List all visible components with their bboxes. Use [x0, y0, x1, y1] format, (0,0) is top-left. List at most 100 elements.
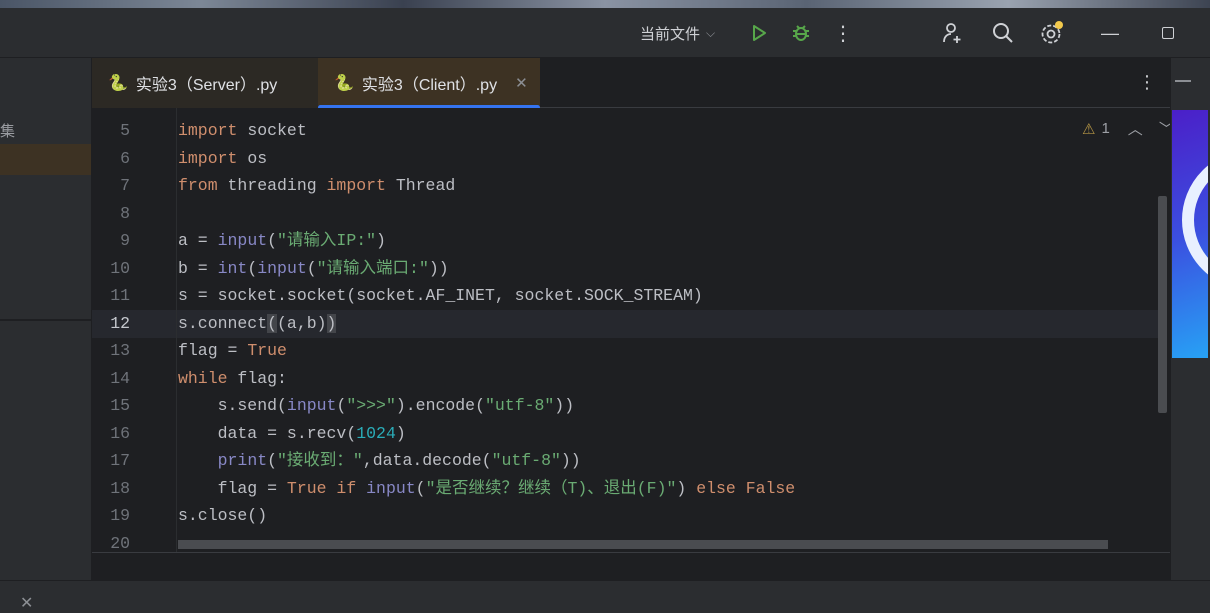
code-token: ))	[554, 396, 575, 415]
code-line[interactable]: 10 b = int(input("请输入端口:"))	[92, 255, 1158, 282]
code-token: "请输入端口:"	[316, 258, 429, 278]
debug-icon	[793, 25, 809, 41]
minimize-button[interactable]: —	[1098, 8, 1122, 58]
maximize-icon	[1162, 27, 1174, 39]
horizontal-scrollbar[interactable]	[178, 540, 1108, 549]
close-tab-icon[interactable]: ✕	[515, 74, 528, 92]
code-token: import	[326, 176, 386, 195]
warning-count: 1	[1101, 120, 1110, 137]
add-user-button[interactable]	[938, 8, 968, 58]
code-text: b = int(input("请输入端口:"))	[178, 255, 449, 282]
hide-panel-icon[interactable]	[1175, 80, 1191, 82]
code-line[interactable]: 8	[92, 200, 1158, 227]
code-token: flag =	[178, 341, 248, 360]
code-token: True	[247, 341, 287, 360]
code-token: )	[676, 478, 697, 498]
next-problem-icon[interactable]: ﹀	[1159, 118, 1170, 139]
vertical-scrollbar[interactable]	[1158, 196, 1167, 413]
code-line[interactable]: 15 s.send(input(">>>").encode("utf-8"))	[92, 392, 1158, 419]
line-number: 8	[120, 203, 130, 223]
code-line[interactable]: 7 from threading import Thread	[92, 172, 1158, 199]
minimize-icon: —	[1101, 22, 1119, 43]
code-line[interactable]: 19 s.close()	[92, 502, 1158, 529]
maximize-button[interactable]	[1156, 8, 1180, 58]
code-line[interactable]: 13 flag = True	[92, 337, 1158, 364]
more-icon[interactable]: ⋮	[830, 8, 856, 58]
title-bar: 当前文件 ⌵ ⋮ —	[0, 8, 1210, 58]
code-text: s = socket.socket(socket.AF_INET, socket…	[178, 282, 703, 309]
code-token: input	[366, 478, 416, 498]
line-number: 18	[110, 478, 130, 498]
code-token: "是否继续？继续（T)、退出(F)"	[425, 478, 677, 498]
code-line[interactable]: 17 print("接收到：",data.decode("utf-8"))	[92, 447, 1158, 474]
settings-button[interactable]	[1036, 8, 1068, 58]
run-button[interactable]	[744, 8, 774, 58]
code-text: s.close()	[178, 502, 267, 529]
line-number: 19	[110, 506, 130, 525]
code-text: import os	[178, 145, 267, 172]
status-bar: ✕	[0, 580, 1210, 613]
debug-button[interactable]	[786, 8, 816, 58]
code-token: 1024	[356, 423, 396, 443]
code-text: print("接收到：",data.decode("utf-8"))	[178, 447, 581, 474]
code-line[interactable]: 11 s = socket.socket(socket.AF_INET, sock…	[92, 282, 1158, 309]
code-line[interactable]: 16 data = s.recv(1024)	[92, 420, 1158, 447]
search-button[interactable]	[988, 8, 1018, 58]
close-icon[interactable]: ✕	[20, 593, 33, 613]
code-token: )	[395, 423, 406, 443]
promo-banner-image	[1172, 110, 1208, 358]
code-text: flag = True if input("是否继续？继续（T)、退出(F)")…	[178, 475, 796, 502]
tabs-more-icon[interactable]: ⋮	[1138, 72, 1156, 93]
code-token: input	[217, 231, 268, 250]
previous-problem-icon[interactable]: ︿	[1128, 118, 1143, 139]
code-token: "接收到："	[277, 451, 363, 470]
code-line[interactable]: 5 import socket	[92, 117, 1158, 144]
code-token: True if	[286, 478, 367, 498]
panel-divider[interactable]	[0, 319, 91, 321]
code-line[interactable]: 9 a = input("请输入IP:")	[92, 227, 1158, 254]
search-icon	[993, 23, 1013, 43]
code-line[interactable]: 6 import os	[92, 145, 1158, 172]
line-number: 20	[110, 533, 130, 553]
line-number: 6	[120, 148, 130, 168]
code-text: from threading import Thread	[178, 172, 455, 199]
python-file-icon: 🐍	[108, 75, 128, 92]
code-token: ))	[560, 451, 581, 470]
line-number: 10	[110, 258, 130, 278]
code-token: input	[257, 258, 307, 278]
code-token: s.connect	[178, 313, 268, 333]
run-config-selector[interactable]: 当前文件 ⌵	[640, 8, 715, 58]
tab-label: 实验3（Client）.py	[361, 77, 498, 94]
code-token: "utf-8"	[484, 396, 555, 415]
tab-client[interactable]: 🐍 实验3（Client）.py ✕	[318, 58, 540, 110]
line-number: 14	[110, 368, 130, 388]
code-line[interactable]: 18 flag = True if input("是否继续？继续（T)、退出(F…	[92, 475, 1158, 502]
tab-server[interactable]: 🐍 实验3（Server）.py	[92, 58, 318, 108]
code-token: ">>>"	[346, 396, 396, 415]
editor-tabs: 🐍 实验3（Server）.py 🐍 实验3（Client）.py ✕ ⋮	[92, 58, 1170, 110]
code-token: ))	[428, 258, 449, 278]
code-token: from	[178, 176, 218, 195]
code-token: threading	[217, 176, 327, 195]
code-token: flag:	[227, 368, 287, 388]
code-token: ,data.decode(	[362, 451, 492, 470]
inspection-widget[interactable]: ⚠ 1 ︿ ﹀	[1082, 118, 1170, 139]
code-token: ).encode(	[395, 396, 485, 415]
project-panel-label: 集	[0, 123, 16, 140]
desktop-wallpaper-strip	[0, 0, 1210, 8]
code-token: a =	[178, 231, 218, 250]
run-icon	[753, 25, 766, 41]
line-number: 12	[110, 313, 130, 333]
code-token: (a,b)	[277, 313, 327, 333]
project-panel: 集	[0, 58, 92, 580]
code-token: (	[267, 231, 278, 250]
code-line[interactable]: 12 s.connect((a,b))	[92, 310, 1158, 337]
project-selected-row[interactable]	[0, 144, 91, 175]
line-number: 9	[120, 231, 130, 250]
line-number: 11	[110, 286, 130, 305]
code-line[interactable]: 14 while flag:	[92, 365, 1158, 392]
code-token: os	[247, 148, 268, 168]
code-editor[interactable]: 5 import socket 6 import os 7 from threading …	[92, 108, 1170, 552]
code-token: s.close()	[178, 506, 268, 525]
